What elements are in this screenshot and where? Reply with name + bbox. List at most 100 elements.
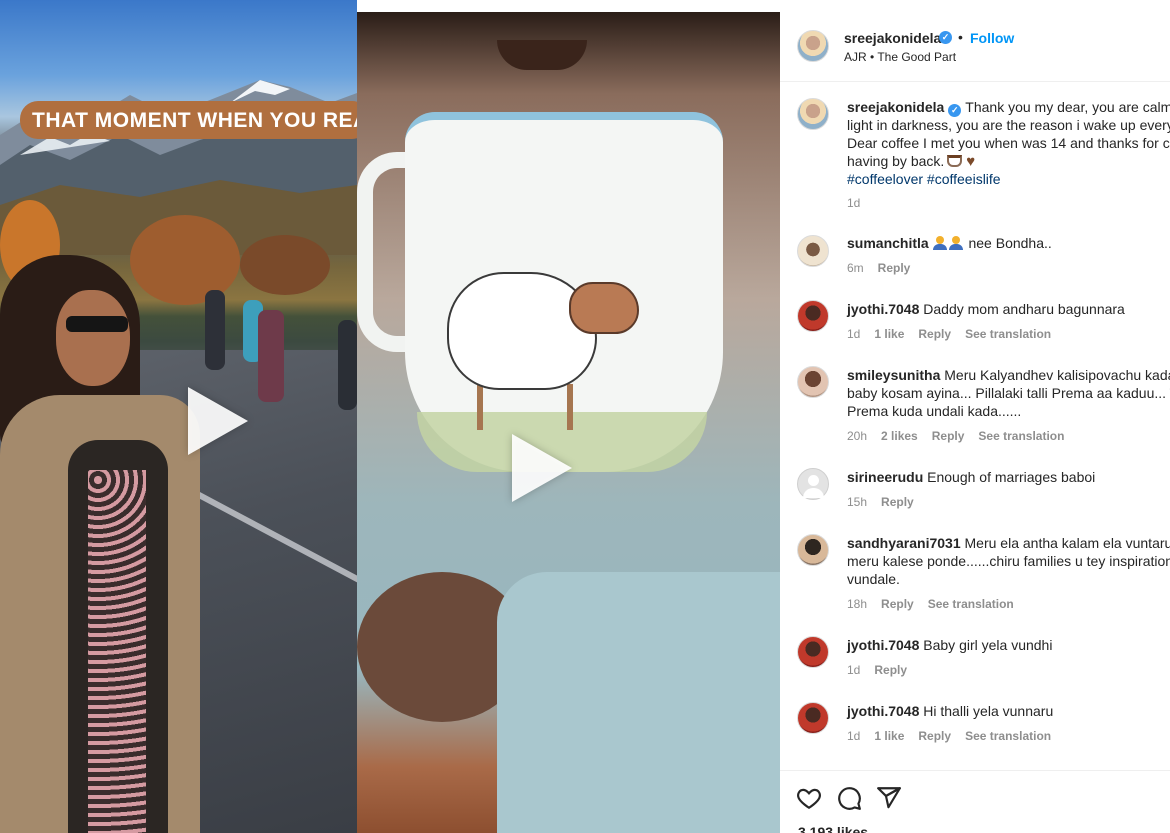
likes-count-link[interactable]: 2 likes	[881, 429, 918, 443]
comment-text: sirineerudu Enough of marriages baboi	[847, 468, 1095, 486]
people-emoji-icon	[932, 236, 965, 254]
comment-text: smileysunitha Meru Kalyandhev kalisipova…	[847, 366, 1170, 384]
caption-line: light in darkness, you are the reason i …	[847, 117, 1170, 133]
person-lips	[497, 40, 587, 70]
sunglasses	[66, 316, 128, 332]
avatar[interactable]	[797, 366, 829, 398]
comment-body: Enough of marriages baboi	[927, 469, 1096, 485]
comment-body: Baby girl yela vundhi	[923, 637, 1053, 653]
reply-button[interactable]: Reply	[918, 729, 951, 743]
comment-text: sumanchitla nee Bondha..	[847, 234, 1052, 254]
pedestrian	[205, 290, 225, 370]
brown-heart-emoji-icon: ♥	[966, 153, 976, 170]
comment-body: Meru Kalyandhev kalisipovachu kada	[944, 367, 1170, 383]
pedestrian	[258, 310, 284, 402]
see-translation-button[interactable]: See translation	[978, 429, 1064, 443]
caption-text: Thank you my dear, you are calm i	[965, 99, 1170, 115]
comment-body: Hi thalli yela vunnaru	[923, 703, 1054, 719]
play-icon[interactable]	[188, 387, 248, 455]
comment-time[interactable]: 18h	[847, 597, 867, 611]
caption-meta: 1d	[847, 196, 874, 210]
heart-icon[interactable]	[796, 785, 822, 811]
likes-count[interactable]: 3,193 likes	[798, 824, 868, 833]
comment-time[interactable]: 1d	[847, 663, 860, 677]
floral-pants	[497, 572, 780, 833]
left-reel-video[interactable]: THAT MOMENT WHEN YOU REAL	[0, 0, 357, 833]
comment-meta: 20h 2 likes Reply See translation	[847, 429, 1078, 443]
see-translation-button[interactable]: See translation	[928, 597, 1014, 611]
reply-button[interactable]: Reply	[881, 597, 914, 611]
woman-floral-dress	[88, 470, 146, 833]
see-translation-button[interactable]: See translation	[965, 327, 1051, 341]
caption-line: Dear coffee I met you when was 14 and th…	[847, 135, 1170, 151]
author-username[interactable]: sreejakonidela	[844, 30, 941, 46]
avatar[interactable]	[797, 98, 829, 130]
avatar[interactable]	[797, 702, 829, 734]
audio-line[interactable]: AJR • The Good Part	[844, 50, 956, 64]
see-translation-button[interactable]: See translation	[965, 729, 1051, 743]
post-header: sreejakonidela ✓ • Follow AJR • The Good…	[780, 0, 1170, 82]
caption-hashtags: #coffeelover #coffeeislife	[847, 170, 1001, 188]
caption-line: sreejakonidela ✓ Thank you my dear, you ar…	[847, 98, 1170, 117]
hashtag-link[interactable]: #coffeeislife	[927, 171, 1001, 187]
reply-button[interactable]: Reply	[932, 429, 965, 443]
comment-time[interactable]: 15h	[847, 495, 867, 509]
reply-button[interactable]: Reply	[878, 261, 911, 275]
follow-button[interactable]: Follow	[970, 30, 1014, 46]
avatar[interactable]	[797, 636, 829, 668]
comment-username[interactable]: sumanchitla	[847, 235, 929, 251]
comment-body: meru kalese ponde......chiru families u …	[847, 553, 1170, 569]
comment-username[interactable]: sirineerudu	[847, 469, 923, 485]
comment-meta: 18h Reply See translation	[847, 597, 1028, 611]
comment-meta: 1d 1 like Reply See translation	[847, 729, 1065, 743]
likes-count-link[interactable]: 1 like	[874, 729, 904, 743]
avatar[interactable]	[797, 235, 829, 267]
comment-body: vundale.	[847, 571, 900, 587]
avatar[interactable]	[797, 30, 829, 62]
main-reel-video[interactable]	[357, 12, 780, 833]
comment-username[interactable]: jyothi.7048	[847, 301, 919, 317]
comment-text: jyothi.7048 Daddy mom andharu bagunnara	[847, 300, 1125, 318]
comment-body: baby kosam ayina... Pillalaki talli Prem…	[847, 385, 1170, 401]
caption-text: having by back.	[847, 153, 945, 169]
comment-text: jyothi.7048 Hi thalli yela vunnaru	[847, 702, 1053, 720]
comment-text: sandhyarani7031 Meru ela antha kalam ela…	[847, 534, 1170, 552]
play-icon[interactable]	[512, 434, 572, 502]
autumn-tree	[240, 235, 330, 295]
avatar[interactable]	[797, 300, 829, 332]
comment-username[interactable]: smileysunitha	[847, 367, 940, 383]
hashtag-link[interactable]: #coffeelover	[847, 171, 923, 187]
comment-body: Daddy mom andharu bagunnara	[923, 301, 1125, 317]
comment-icon[interactable]	[836, 785, 862, 811]
caption-time[interactable]: 1d	[847, 196, 860, 210]
comment-time[interactable]: 1d	[847, 327, 860, 341]
reply-button[interactable]: Reply	[918, 327, 951, 341]
caption-line: having by back. ♥	[847, 152, 975, 171]
send-icon[interactable]	[876, 785, 902, 811]
comment-username[interactable]: sandhyarani7031	[847, 535, 961, 551]
sheep-leg	[477, 384, 483, 430]
comment-meta: 15h Reply	[847, 495, 928, 509]
avatar[interactable]	[797, 468, 829, 500]
comment-time[interactable]: 1d	[847, 729, 860, 743]
comment-username[interactable]: jyothi.7048	[847, 637, 919, 653]
caption-username[interactable]: sreejakonidela	[847, 99, 944, 115]
comment-body: nee Bondha..	[968, 235, 1052, 251]
comment-body: Prema kuda undali kada......	[847, 403, 1022, 419]
woman-face	[56, 290, 130, 386]
sheep-head	[569, 282, 639, 334]
sheep-leg	[567, 384, 573, 430]
reply-button[interactable]: Reply	[874, 663, 907, 677]
verified-badge-icon: ✓	[939, 31, 952, 44]
reply-button[interactable]: Reply	[881, 495, 914, 509]
comment-time[interactable]: 6m	[847, 261, 864, 275]
likes-count-link[interactable]: 1 like	[874, 327, 904, 341]
comment-body: Meru ela antha kalam ela vuntaru.	[964, 535, 1170, 551]
comment-username[interactable]: jyothi.7048	[847, 703, 919, 719]
comment-meta: 1d 1 like Reply See translation	[847, 327, 1065, 341]
comment-time[interactable]: 20h	[847, 429, 867, 443]
post-detail-panel: sreejakonidela ✓ • Follow AJR • The Good…	[780, 0, 1170, 833]
comment-meta: 6m Reply	[847, 261, 924, 275]
comment-meta: 1d Reply	[847, 663, 921, 677]
avatar[interactable]	[797, 534, 829, 566]
